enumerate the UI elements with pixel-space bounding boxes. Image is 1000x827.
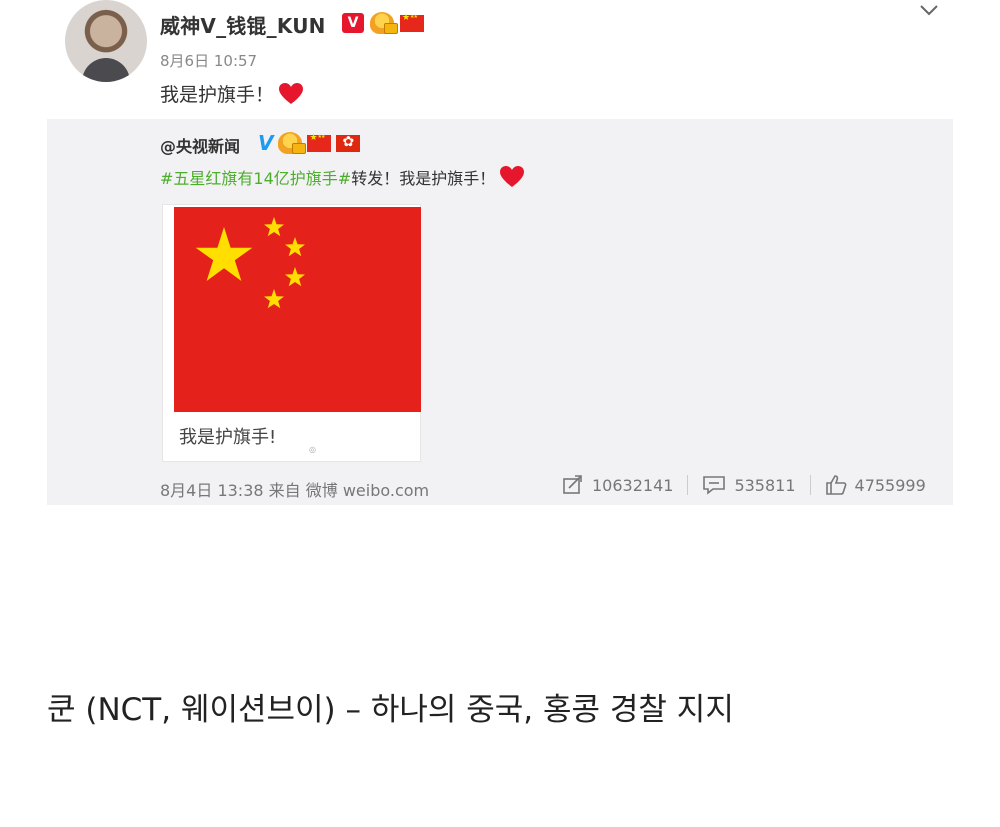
original-text-content: 转发！我是护旗手！ <box>351 169 496 188</box>
media-card[interactable]: 我是护旗手! ◎ <box>162 204 421 462</box>
comment-count: 535811 <box>734 475 796 495</box>
china-flag-icon <box>400 13 424 32</box>
comment-icon <box>703 476 726 495</box>
post-text: 我是护旗手！ <box>160 80 304 107</box>
original-meta[interactable]: 8月4日 13:38 来自 微博 weibo.com <box>160 477 429 501</box>
repost-icon <box>563 475 582 494</box>
post-time[interactable]: 8月6日 10:57 <box>160 50 257 71</box>
verified-badge-icon: V <box>342 13 364 33</box>
china-flag-icon <box>307 133 332 152</box>
comment-button[interactable]: 535811 <box>688 475 809 495</box>
watermark: ◎ <box>309 445 316 454</box>
article-caption: 쿤 (NCT, 웨이션브이) – 하나의 중국, 홍콩 경찰 지지 <box>47 692 734 728</box>
china-flag-image[interactable] <box>174 207 421 412</box>
weibo-post: 威神V_钱锟_KUN V 8月6日 10:57 我是护旗手！ @央视新闻 V #… <box>0 0 1000 510</box>
like-count: 4755999 <box>854 475 926 495</box>
media-caption: 我是护旗手! <box>179 427 277 448</box>
chevron-down-icon[interactable] <box>917 2 941 22</box>
repost-count: 10632141 <box>592 475 674 495</box>
heart-icon <box>279 82 304 104</box>
repost-card[interactable]: @央视新闻 V #五星红旗有14亿护旗手# 转发！我是护旗手！ <box>47 119 953 505</box>
blue-verified-icon: V <box>258 131 274 155</box>
action-bar: 10632141 535811 4755999 <box>562 475 940 495</box>
like-icon <box>825 475 846 495</box>
hashtag-link[interactable]: #五星红旗有14亿护旗手# <box>160 165 351 189</box>
like-button[interactable]: 4755999 <box>811 475 940 495</box>
user-badges: V <box>342 12 424 34</box>
original-text: #五星红旗有14亿护旗手# 转发！我是护旗手！ <box>160 165 525 189</box>
original-user-badges: V <box>258 131 361 155</box>
emblem-icon <box>370 12 398 34</box>
emblem-icon <box>278 132 307 154</box>
original-username[interactable]: @央视新闻 <box>160 133 240 157</box>
post-text-content: 我是护旗手！ <box>160 84 275 106</box>
username[interactable]: 威神V_钱锟_KUN <box>160 10 326 39</box>
avatar[interactable] <box>65 0 147 82</box>
hongkong-flag-icon <box>336 134 361 152</box>
repost-button[interactable]: 10632141 <box>562 475 687 495</box>
heart-icon <box>500 166 525 187</box>
